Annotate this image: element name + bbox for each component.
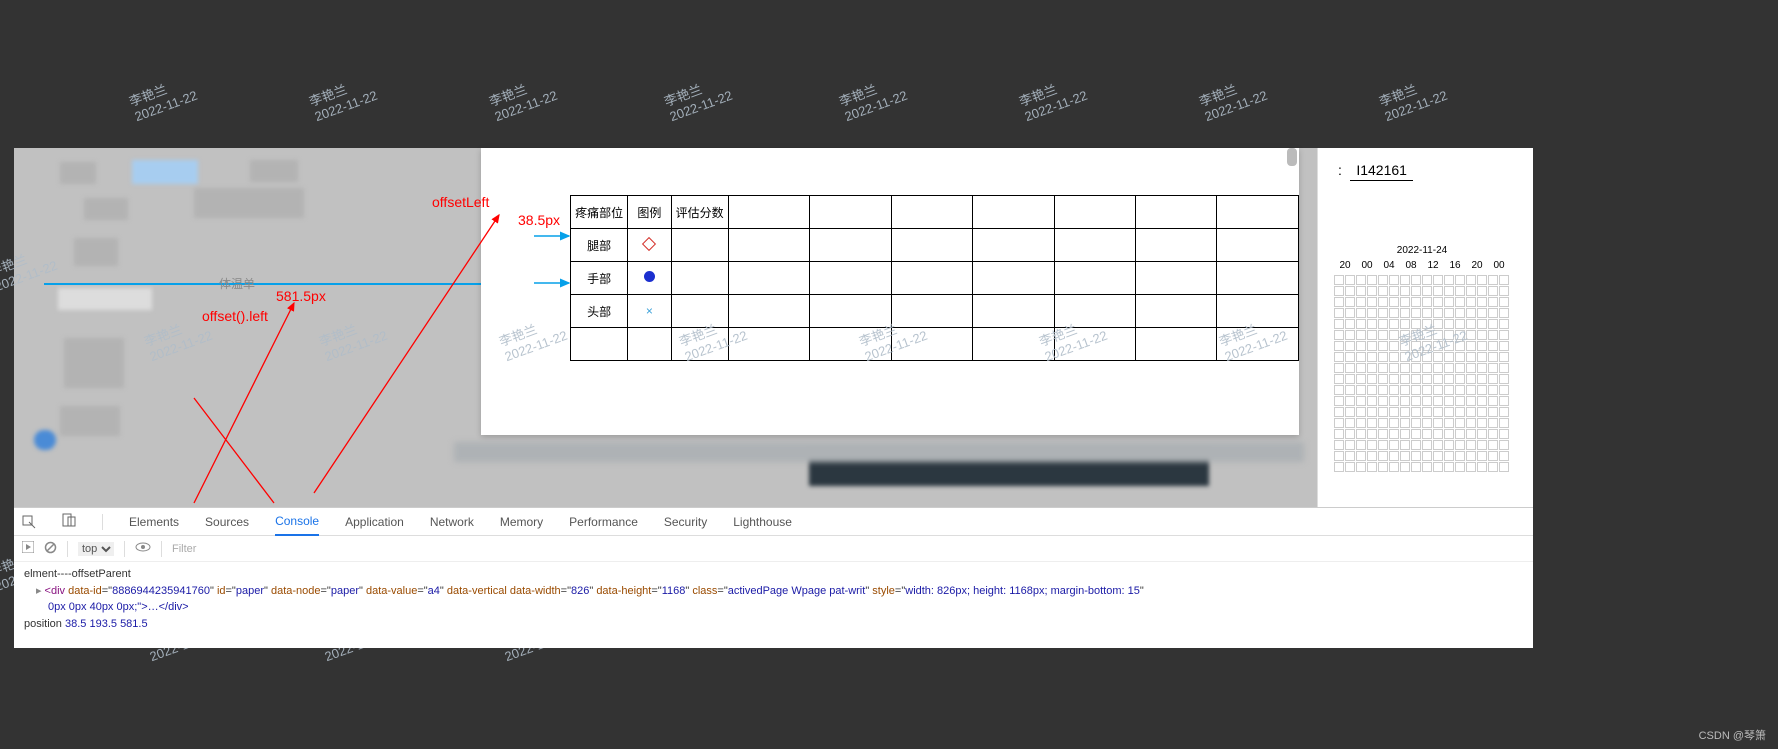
separator xyxy=(161,541,162,557)
footer-watermark: CSDN @琴箫 xyxy=(1699,727,1766,743)
col-blank xyxy=(810,196,891,229)
col-legend: 图例 xyxy=(628,196,671,229)
col-blank xyxy=(973,196,1054,229)
separator xyxy=(102,514,103,530)
tab-console[interactable]: Console xyxy=(275,514,319,536)
scrollbar-vertical[interactable] xyxy=(1287,148,1297,166)
log-line: 0px 0px 40px 0px;">…</div> xyxy=(24,599,1523,616)
anno-offset-left: offset().left xyxy=(202,308,268,324)
clear-icon[interactable] xyxy=(44,541,57,557)
small-label: 体温单 xyxy=(219,275,255,292)
col-score: 评估分数 xyxy=(671,196,728,229)
tab-elements[interactable]: Elements xyxy=(129,515,179,529)
right-panel: : I142161 2022-11-24 2000040812162000 xyxy=(1317,148,1533,508)
device-icon[interactable] xyxy=(62,513,76,530)
context-select[interactable]: top xyxy=(78,542,114,556)
right-header: : I142161 xyxy=(1338,162,1413,179)
inspect-icon[interactable] xyxy=(22,515,36,529)
anno-offsetleft: offsetLeft xyxy=(432,194,489,210)
blur-block xyxy=(58,288,152,310)
blur-block xyxy=(454,442,1304,462)
id-colon: : xyxy=(1338,162,1342,178)
anno-5815: 581.5px xyxy=(276,288,326,304)
col-blank xyxy=(728,196,809,229)
blur-block xyxy=(60,406,120,436)
devtools-tabs: Elements Sources Console Application Net… xyxy=(14,508,1533,536)
console-log: elment----offsetParent ▸<div data-id="88… xyxy=(14,562,1533,636)
watermark: 李艳兰2022-11-22 xyxy=(661,70,734,124)
tab-security[interactable]: Security xyxy=(664,515,707,529)
blur-block xyxy=(250,160,298,182)
play-icon[interactable] xyxy=(22,541,34,556)
blur-block xyxy=(34,430,56,450)
log-line: ▸<div data-id="8886944235941760" id="pap… xyxy=(24,583,1523,600)
table-row: 手部 xyxy=(571,262,1299,295)
watermark: 李艳兰2022-11-22 xyxy=(836,70,909,124)
blur-block xyxy=(194,188,304,218)
tab-sources[interactable]: Sources xyxy=(205,515,249,529)
watermark: 李艳兰2022-11-22 xyxy=(126,70,199,124)
col-blank xyxy=(1217,196,1299,229)
log-line: elment----offsetParent xyxy=(24,566,1523,583)
cell-legend xyxy=(628,229,671,262)
tab-lighthouse[interactable]: Lighthouse xyxy=(733,515,792,529)
blur-block xyxy=(64,338,124,388)
grid-cells xyxy=(1334,275,1510,473)
cell-part: 头部 xyxy=(571,295,628,328)
eye-icon[interactable] xyxy=(135,541,151,556)
table-row: 腿部 xyxy=(571,229,1299,262)
paper-page: 疼痛部位 图例 评估分数 腿部 手部 xyxy=(481,148,1299,435)
cell-part: 腿部 xyxy=(571,229,628,262)
col-blank xyxy=(1135,196,1216,229)
watermark: 李艳兰2022-11-22 xyxy=(1196,70,1269,124)
col-part: 疼痛部位 xyxy=(571,196,628,229)
table-row xyxy=(571,328,1299,361)
time-grid: 2022-11-24 2000040812162000 xyxy=(1334,245,1510,473)
tab-network[interactable]: Network xyxy=(430,515,474,529)
log-line: position 38.5 193.5 581.5 xyxy=(24,616,1523,633)
tab-application[interactable]: Application xyxy=(345,515,404,529)
watermark: 李艳兰2022-11-22 xyxy=(486,70,559,124)
x-mark-icon: × xyxy=(646,304,653,318)
blur-block xyxy=(84,198,128,220)
separator xyxy=(67,541,68,557)
cell-legend xyxy=(628,262,671,295)
anno-385: 38.5px xyxy=(518,212,560,228)
grid-hours: 2000040812162000 xyxy=(1334,260,1510,271)
tab-performance[interactable]: Performance xyxy=(569,515,638,529)
devtools-panel: Elements Sources Console Application Net… xyxy=(14,507,1533,648)
filter-input[interactable] xyxy=(172,543,262,555)
diamond-outline-icon xyxy=(642,237,656,251)
col-blank xyxy=(1054,196,1135,229)
col-blank xyxy=(891,196,972,229)
expand-triangle-icon[interactable]: ▸ xyxy=(36,585,42,597)
blur-block xyxy=(74,238,118,266)
watermark: 李艳兰2022-11-22 xyxy=(1376,70,1449,124)
cell-legend: × xyxy=(628,295,671,328)
table-header-row: 疼痛部位 图例 评估分数 xyxy=(571,196,1299,229)
grid-date: 2022-11-24 xyxy=(1334,245,1510,256)
tab-memory[interactable]: Memory xyxy=(500,515,543,529)
table-row: 头部 × xyxy=(571,295,1299,328)
separator xyxy=(124,541,125,557)
cell-part: 手部 xyxy=(571,262,628,295)
console-toolbar: top xyxy=(14,536,1533,562)
blur-block xyxy=(132,160,198,184)
pain-table: 疼痛部位 图例 评估分数 腿部 手部 xyxy=(570,195,1299,361)
dot-solid-icon xyxy=(644,271,655,282)
watermark: 李艳兰2022-11-22 xyxy=(1016,70,1089,124)
blur-block xyxy=(60,162,96,184)
id-value: I142161 xyxy=(1350,162,1413,181)
watermark: 李艳兰2022-11-22 xyxy=(306,70,379,124)
